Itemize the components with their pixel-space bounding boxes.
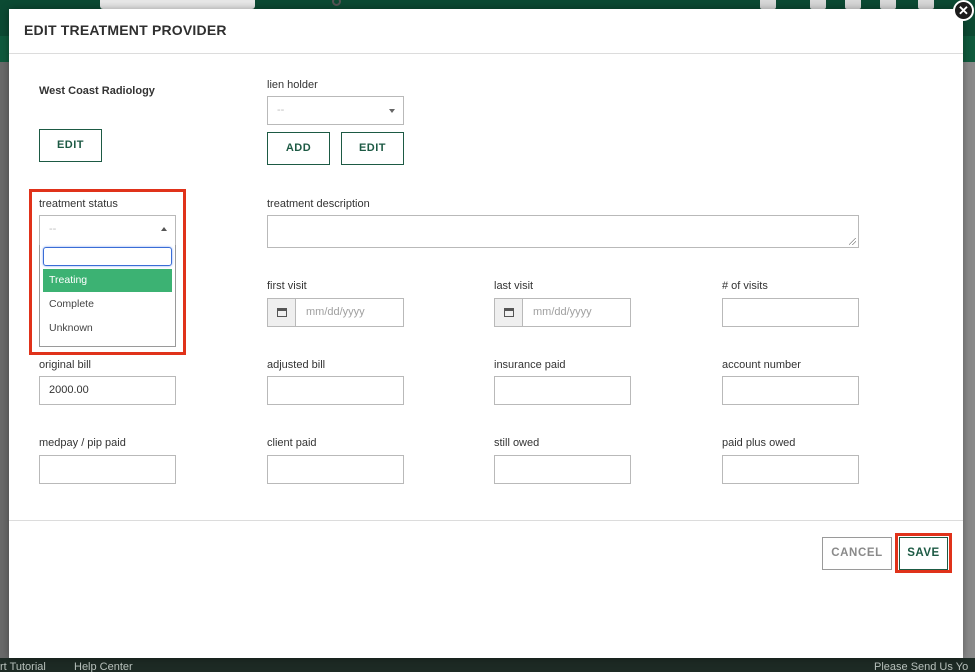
first-visit-placeholder: mm/dd/yyyy [306, 306, 365, 318]
app-footer: rt Tutorial Help Center Please Send Us Y… [0, 658, 975, 672]
original-bill-label: original bill [39, 359, 91, 371]
paid-plus-owed-label: paid plus owed [722, 437, 796, 449]
first-visit-calendar-button[interactable] [268, 299, 296, 326]
num-visits-label: # of visits [722, 280, 768, 292]
treatment-description-textarea[interactable] [267, 215, 859, 248]
annotation-highlight-treatment-status [29, 189, 186, 355]
lien-holder-select[interactable]: -- [267, 96, 404, 125]
check-icon [845, 0, 861, 9]
annotation-highlight-save [895, 533, 952, 573]
adjusted-bill-input[interactable] [267, 376, 404, 405]
footer-help-link: Help Center [74, 661, 133, 672]
still-owed-input[interactable] [494, 455, 631, 484]
edit-provider-button[interactable]: EDIT [39, 129, 102, 162]
calendar-icon [277, 308, 287, 317]
modal-footer-divider [9, 520, 963, 521]
user-icon [918, 0, 934, 9]
edit-treatment-provider-modal: EDIT TREATMENT PROVIDER West Coast Radio… [9, 9, 963, 658]
modal-title: EDIT TREATMENT PROVIDER [24, 22, 227, 38]
footer-tutorial-link: rt Tutorial [0, 661, 46, 672]
chevron-down-icon [389, 109, 395, 113]
app-right-strip [963, 62, 975, 658]
footer-feedback-link: Please Send Us Yo [874, 661, 969, 672]
provider-name: West Coast Radiology [39, 85, 155, 97]
notification-icon [880, 0, 896, 9]
num-visits-input[interactable] [722, 298, 859, 327]
add-icon [760, 0, 776, 9]
first-visit-date-input[interactable]: mm/dd/yyyy [267, 298, 404, 327]
add-lien-holder-button[interactable]: ADD [267, 132, 330, 165]
still-owed-label: still owed [494, 437, 540, 449]
close-icon[interactable]: ✕ [953, 0, 974, 21]
client-paid-input[interactable] [267, 455, 404, 484]
resize-grip-icon[interactable] [849, 238, 856, 245]
medpay-pip-paid-input[interactable] [39, 455, 176, 484]
last-visit-placeholder: mm/dd/yyyy [533, 306, 592, 318]
original-bill-input[interactable]: 2000.00 [39, 376, 176, 405]
last-visit-calendar-button[interactable] [495, 299, 523, 326]
account-number-input[interactable] [722, 376, 859, 405]
lien-holder-label: lien holder [267, 79, 318, 91]
app-search-bar [100, 0, 341, 9]
cancel-button[interactable]: CANCEL [822, 537, 892, 570]
last-visit-date-input[interactable]: mm/dd/yyyy [494, 298, 631, 327]
adjusted-bill-label: adjusted bill [267, 359, 326, 371]
last-visit-label: last visit [494, 280, 534, 292]
medpay-pip-paid-label: medpay / pip paid [39, 437, 126, 449]
treatment-description-label: treatment description [267, 198, 370, 210]
first-visit-label: first visit [267, 280, 307, 292]
insurance-paid-input[interactable] [494, 376, 631, 405]
insurance-paid-label: insurance paid [494, 359, 566, 371]
account-number-label: account number [722, 359, 801, 371]
paid-plus-owed-input[interactable] [722, 455, 859, 484]
client-paid-label: client paid [267, 437, 317, 449]
calendar-icon [810, 0, 826, 9]
lien-holder-value: -- [277, 104, 285, 116]
modal-header: EDIT TREATMENT PROVIDER [9, 9, 963, 54]
edit-lien-holder-button[interactable]: EDIT [341, 132, 404, 165]
calendar-icon [504, 308, 514, 317]
